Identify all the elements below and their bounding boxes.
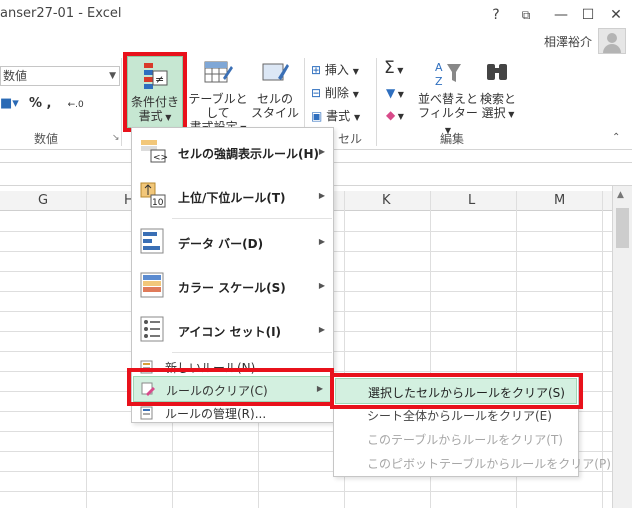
menu-item-top-bottom-rules[interactable]: 10 上位/下位ルール(T) ▶ [132, 176, 333, 216]
column-header[interactable]: K [382, 193, 391, 208]
svg-text:Z: Z [435, 75, 443, 88]
chevron-right-icon: ▶ [318, 237, 325, 246]
fill-icon[interactable]: ▼ ▼ [386, 86, 404, 100]
column-header[interactable]: L [468, 193, 475, 208]
sort-filter-label-1: 並べ替えと [418, 92, 479, 106]
menu-item-label: ルールの管理(R)... [165, 407, 267, 421]
chevron-right-icon: ▶ [318, 325, 325, 334]
number-format-value: 数値 [3, 69, 28, 83]
format-icon: ▣ [311, 109, 323, 123]
chevron-right-icon: ▶ [318, 147, 325, 156]
format-label: 書式 [326, 109, 351, 123]
chevron-down-icon: ▼ [354, 113, 361, 122]
group-divider [376, 58, 377, 146]
table-format-icon [203, 58, 233, 88]
column-header[interactable]: M [554, 193, 565, 208]
delete-label: 削除 [324, 86, 349, 100]
user-name[interactable]: 相澤裕介 [544, 33, 592, 50]
format-as-table-button[interactable]: テーブルとして 書式設定 ▼ [186, 58, 250, 136]
find-select-button[interactable]: 検索と 選択 ▼ [478, 58, 518, 122]
minimize-button[interactable]: — [548, 4, 574, 26]
menu-item-highlight-rules[interactable]: <> セルの強調表示ルール(H) ▶ [132, 132, 333, 172]
svg-text:A: A [435, 61, 443, 74]
highlight-frame [127, 368, 334, 406]
delete-icon: ⊟ [311, 86, 322, 100]
format-button[interactable]: ▣ 書式 ▼ [311, 107, 360, 124]
submenu-item-label: このテーブルからルールをクリア(T) [367, 433, 563, 447]
close-button[interactable]: ✕ [603, 4, 629, 26]
insert-icon: ⊞ [311, 63, 322, 77]
find-select-label-1: 検索と [479, 92, 516, 106]
accounting-format-icon[interactable]: ■▾ [0, 96, 19, 111]
chevron-down-icon: ▼ [352, 90, 359, 99]
menu-item-label: カラー スケール(S) [178, 281, 286, 295]
help-button[interactable]: ? [483, 4, 509, 26]
autosum-icon[interactable]: Σ ▼ [384, 58, 403, 78]
dialog-launcher-icon[interactable]: ↘ [112, 133, 120, 143]
number-group-label: 数値 [34, 132, 59, 146]
collapse-ribbon-icon[interactable]: ⌃ [612, 132, 620, 143]
menu-item-label: データ バー(D) [178, 237, 264, 251]
number-tools: ■▾ % , ←.0 [0, 96, 84, 111]
binoculars-icon [483, 58, 513, 88]
avatar[interactable] [598, 28, 626, 54]
cell-styles-icon [260, 58, 290, 88]
menu-item-label: セルの強調表示ルール(H) [178, 147, 320, 161]
sort-filter-button[interactable]: A Z 並べ替えと フィルター ▼ [418, 58, 478, 138]
svg-text:<>: <> [153, 153, 168, 163]
insert-button[interactable]: ⊞ 挿入 ▼ [311, 61, 359, 78]
percent-style-button[interactable]: % , [29, 96, 52, 111]
title-bar: anser27-01 - Excel ? ⧉ — ☐ ✕ [0, 0, 632, 30]
menu-item-icon-sets[interactable]: アイコン セット(I) ▶ [132, 310, 333, 350]
menu-divider [172, 218, 332, 219]
column-header[interactable]: G [38, 193, 48, 208]
submenu-item-label: シート全体からルールをクリア(E) [367, 409, 552, 423]
icon-sets-icon [140, 316, 168, 344]
chevron-down-icon: ▼ [109, 71, 116, 81]
menu-item-data-bars[interactable]: データ バー(D) ▶ [132, 222, 333, 262]
cells-group-label: セル [338, 132, 363, 146]
cell-styles-button[interactable]: セルの スタイル ▼ [250, 58, 300, 138]
find-select-label-2: 選択 [481, 106, 506, 120]
delete-button[interactable]: ⊟ 削除 ▼ [311, 84, 359, 101]
top-bottom-rules-icon: 10 [140, 182, 168, 210]
menu-item-label: 上位/下位ルール(T) [178, 191, 286, 205]
submenu-item-clear-table: このテーブルからルールをクリア(T) [335, 426, 577, 450]
group-divider [121, 58, 122, 146]
menu-item-color-scales[interactable]: カラー スケール(S) ▶ [132, 266, 333, 306]
sort-filter-label-2: フィルター [418, 106, 478, 120]
highlight-rules-icon: <> [140, 138, 168, 166]
sort-filter-icon: A Z [433, 58, 463, 88]
menu-divider [172, 352, 332, 353]
menu-item-label: アイコン セット(I) [178, 325, 282, 339]
window-title: anser27-01 - Excel [0, 6, 122, 21]
submenu-item-clear-pivot: このピボットテーブルからルールをクリア(P) [335, 450, 611, 474]
cell-styles-label-1: セルの [256, 92, 293, 106]
increase-decimal-icon[interactable]: ←.0 [68, 100, 84, 110]
vertical-scrollbar[interactable]: ▲ [612, 186, 632, 508]
chevron-right-icon: ▶ [318, 281, 325, 290]
manage-rules-icon [140, 406, 154, 420]
chevron-right-icon: ▶ [318, 191, 325, 200]
number-format-dropdown[interactable]: 数値 ▼ [0, 66, 120, 86]
ribbon-display-options-button[interactable]: ⧉ [513, 4, 539, 26]
maximize-button[interactable]: ☐ [575, 4, 601, 26]
format-as-table-label-1: テーブルとして [188, 92, 248, 120]
chevron-down-icon: ▼ [505, 110, 515, 119]
scrollbar-thumb[interactable] [616, 208, 629, 248]
color-scales-icon [140, 272, 168, 300]
svg-text:10: 10 [152, 198, 164, 208]
highlight-frame [123, 52, 187, 132]
cell-styles-label-2: スタイル [250, 106, 299, 120]
scroll-up-icon[interactable]: ▲ [617, 190, 624, 200]
submenu-item-label: このピボットテーブルからルールをクリア(P) [367, 457, 611, 471]
insert-label: 挿入 [324, 63, 349, 77]
editing-group-label: 編集 [440, 132, 465, 146]
chevron-down-icon: ▼ [352, 67, 359, 76]
highlight-frame [330, 373, 583, 409]
data-bars-icon [140, 228, 168, 256]
clear-icon[interactable]: ◆ ▼ [386, 108, 404, 122]
